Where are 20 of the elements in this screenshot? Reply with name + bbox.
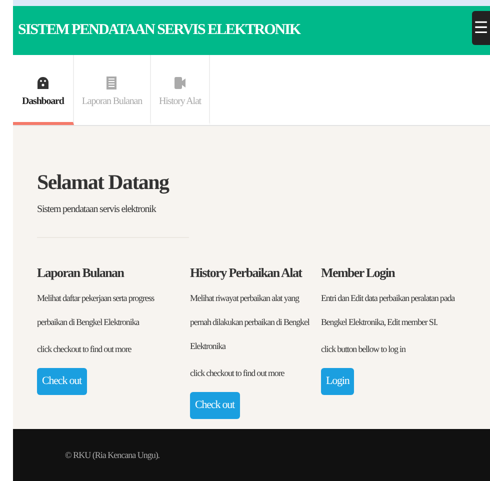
login-button[interactable]: Login [321,368,354,395]
feature-hint: click button bellow to log in [321,344,407,354]
feature-title: History Perbaikan Alat [190,264,304,282]
check-out-button[interactable]: Check out [190,392,240,419]
list-icon [106,76,118,90]
video-camera-icon [174,76,186,90]
feature-hint: click checkout to find out more [190,368,286,378]
feature-title: Laporan Bulanan [37,264,126,282]
nav-tab[interactable]: History Alat [151,55,210,125]
welcome-heading: Selamat Datang [37,170,169,194]
feature-description: Entri dan Edit data perbaikan peralatan pada Bengkel Elektronika, Edit member SI. [321,292,456,329]
welcome-subtitle: Sistem pendataan servis elektronik [37,204,158,215]
site-title: SISTEM PENDATAAN SERVIS ELEKTRONIK [17,22,300,39]
menu-button[interactable]: ☰ [472,10,490,44]
nav-tab[interactable]: Laporan Bulanan [74,55,151,125]
feature-hint: click checkout to find out more [37,344,132,354]
dashboard-icon [36,76,49,90]
feature-title: Member Login [321,264,396,282]
check-out-button[interactable]: Check out [37,368,87,395]
copyright-text: © RKU (Ria Kencana Ungu). [65,450,160,460]
